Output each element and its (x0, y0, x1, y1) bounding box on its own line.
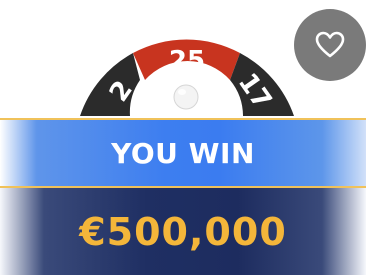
prize-panel: €500,000 (0, 188, 366, 275)
win-screen: 2 25 17 YOU WIN €500,000 (0, 0, 366, 275)
heart-outline-icon (315, 31, 345, 58)
result-title: YOU WIN (111, 136, 255, 170)
favorite-button[interactable] (294, 9, 366, 81)
roulette-ball (173, 84, 199, 110)
result-banner: YOU WIN (0, 118, 366, 188)
prize-amount: €500,000 (79, 209, 287, 254)
wheel-number-center: 25 (169, 46, 205, 76)
